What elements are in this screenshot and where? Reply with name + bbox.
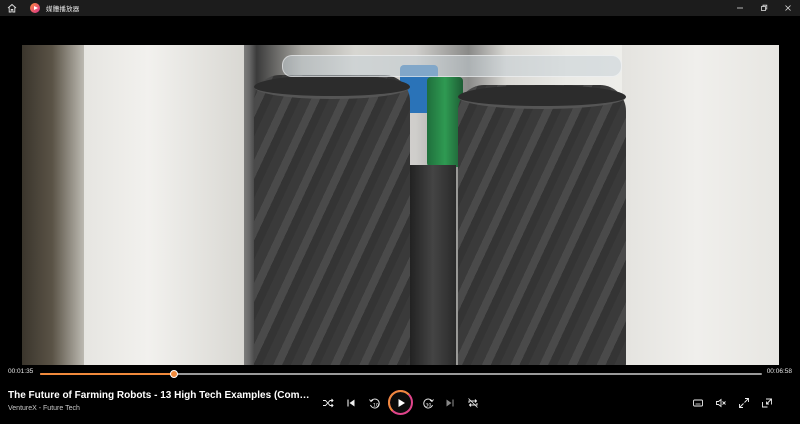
video-scene-center-part <box>410 165 456 365</box>
minimize-icon <box>737 7 743 9</box>
app-title: 媒體播放器 <box>46 6 80 13</box>
previous-icon <box>347 399 355 407</box>
video-frame[interactable] <box>22 45 779 365</box>
total-duration: 00:06:58 <box>766 368 792 375</box>
captions-icon <box>693 399 703 407</box>
close-icon <box>785 5 791 11</box>
svg-text:30: 30 <box>425 402 431 408</box>
miniplayer-icon <box>762 398 772 408</box>
video-scene-panel-right <box>622 45 772 365</box>
media-title: The Future of Farming Robots - 13 High T… <box>8 390 313 401</box>
window-controls <box>728 0 800 16</box>
seek-thumb[interactable] <box>170 370 179 378</box>
svg-text:10: 10 <box>373 402 379 408</box>
fullscreen-icon <box>739 398 749 408</box>
maximize-icon <box>761 4 768 11</box>
media-info: The Future of Farming Robots - 13 High T… <box>8 390 313 412</box>
seek-track[interactable] <box>40 370 762 378</box>
repeat-button[interactable] <box>463 393 483 413</box>
close-button[interactable] <box>776 0 800 16</box>
video-scene-panel-left <box>84 45 244 365</box>
volume-button[interactable] <box>711 393 731 413</box>
captions-button[interactable] <box>688 393 708 413</box>
home-icon <box>7 3 17 13</box>
title-bar: 媒體播放器 <box>0 0 800 16</box>
rewind-10-icon: 10 <box>368 398 380 408</box>
video-scene-roller-right <box>458 85 626 365</box>
app-logo-icon <box>30 3 40 13</box>
shuffle-button[interactable] <box>318 393 338 413</box>
next-icon <box>446 399 454 407</box>
play-icon <box>398 398 405 407</box>
media-subtitle: VentureX - Future Tech <box>8 405 80 412</box>
current-time: 00:01:35 <box>8 368 34 375</box>
video-scene-roller-left <box>254 75 410 365</box>
forward-30-icon: 30 <box>422 398 434 408</box>
repeat-icon <box>468 398 478 408</box>
miniplayer-button[interactable] <box>757 393 777 413</box>
rewind-10-button[interactable]: 10 <box>364 393 384 413</box>
play-button[interactable] <box>388 390 413 415</box>
next-button[interactable] <box>440 393 460 413</box>
seek-bar-row: 00:01:35 00:06:58 <box>0 366 800 380</box>
volume-muted-icon <box>716 398 726 408</box>
maximize-button[interactable] <box>752 0 776 16</box>
minimize-button[interactable] <box>728 0 752 16</box>
previous-button[interactable] <box>341 393 361 413</box>
shuffle-icon <box>323 398 334 408</box>
fullscreen-button[interactable] <box>734 393 754 413</box>
seek-progress <box>40 373 175 375</box>
forward-30-button[interactable]: 30 <box>418 393 438 413</box>
video-scene-plate <box>282 55 622 77</box>
home-button[interactable] <box>0 0 24 16</box>
